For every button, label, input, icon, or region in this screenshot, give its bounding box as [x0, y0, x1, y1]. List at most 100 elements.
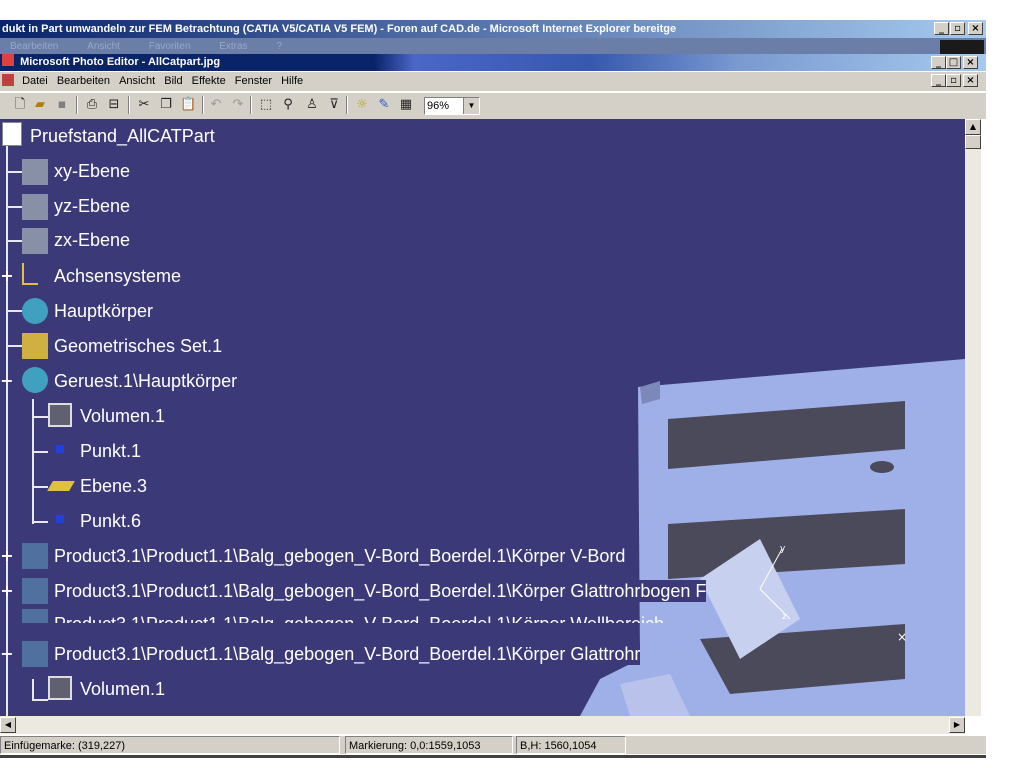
scroll-thumb[interactable] — [965, 135, 981, 149]
tree-item-geometrisches-set[interactable]: Geometrisches Set.1 — [54, 335, 222, 357]
part-document-icon — [2, 122, 22, 146]
toolbar-separator — [250, 96, 252, 114]
image-canvas[interactable]: y z × Pruefstand_AllCATPart xy-Ebene yz-… — [0, 119, 965, 716]
tree-branch — [32, 451, 48, 453]
menu-bearbeiten[interactable]: Bearbeiten — [57, 72, 116, 90]
toolbar-separator — [128, 96, 130, 114]
chevron-down-icon[interactable]: ▼ — [463, 98, 479, 114]
tree-item-yz-ebene[interactable]: yz-Ebene — [54, 195, 130, 217]
tree-item-product-glattrohr[interactable]: Product3.1\Product1.1\Balg_gebogen_V-Bor… — [54, 643, 641, 665]
tree-branch — [6, 240, 22, 242]
menu-hilfe[interactable]: Hilfe — [281, 72, 309, 90]
ie-maximize-button[interactable]: ▫ — [950, 22, 965, 35]
doc-close-button[interactable]: × — [963, 74, 978, 87]
tree-item-xy-ebene[interactable]: xy-Ebene — [54, 160, 130, 182]
status-selection: Markierung: 0,0:1559,1053 — [345, 736, 513, 754]
open-icon[interactable]: ▰ — [32, 97, 48, 113]
tree-item-geruest[interactable]: Geruest.1\Hauptkörper — [54, 370, 237, 392]
pe-close-button[interactable]: × — [963, 56, 978, 69]
menu-effekte[interactable]: Effekte — [192, 72, 232, 90]
scroll-right-button[interactable]: ▶ — [949, 717, 965, 733]
ie-menu-item[interactable]: ? — [256, 38, 288, 54]
menu-ansicht[interactable]: Ansicht — [119, 72, 161, 90]
expand-icon[interactable]: + — [0, 268, 14, 284]
tree-item-volumen[interactable]: Volumen.1 — [80, 405, 165, 427]
tree-item-punkt-1[interactable]: Punkt.1 — [80, 440, 141, 462]
tree-item-zx-ebene[interactable]: zx-Ebene — [54, 229, 130, 251]
axis-system-icon — [22, 263, 38, 285]
ie-menu-item[interactable]: Extras — [199, 38, 253, 54]
undo-icon[interactable]: ↶ — [208, 97, 224, 113]
tree-branch — [32, 486, 48, 488]
doc-icon — [2, 74, 14, 86]
scroll-up-button[interactable]: ▲ — [965, 119, 981, 135]
tree-item-product-wellbereich[interactable]: Product3.1\Product1.1\Balg_gebogen_V-Bor… — [54, 613, 664, 623]
ie-minimize-button[interactable]: _ — [934, 22, 949, 35]
svg-text:×: × — [897, 630, 907, 644]
scroll-left-button[interactable]: ◀ — [0, 717, 16, 733]
menu-fenster[interactable]: Fenster — [235, 72, 278, 90]
volume-icon — [48, 403, 72, 427]
collapse-icon[interactable]: − — [0, 646, 14, 662]
cut-icon[interactable]: ✂ — [136, 97, 152, 113]
tree-item-ebene-3[interactable]: Ebene.3 — [80, 475, 147, 497]
tree-branch — [32, 416, 48, 418]
tree-branch — [6, 171, 22, 173]
tree-branch — [32, 699, 48, 701]
status-insert-mark: Einfügemarke: (319,227) — [0, 736, 340, 754]
ie-menu-item[interactable]: Bearbeiten — [0, 38, 64, 54]
stamp-icon[interactable]: ♙ — [304, 97, 320, 113]
plane-icon — [22, 159, 48, 185]
collapse-icon[interactable]: − — [0, 373, 14, 389]
ie-menu-item[interactable]: Ansicht — [67, 38, 126, 54]
new-icon[interactable]: 🗋 — [12, 97, 28, 113]
copy-icon[interactable]: ❐ — [158, 97, 174, 113]
status-insert-mark-text: Einfügemarke: (319,227) — [4, 740, 126, 752]
status-selection-text: Markierung: 0,0:1559,1053 — [349, 740, 481, 752]
tree-branch — [6, 310, 22, 312]
status-size: B,H: 1560,1054 — [516, 736, 626, 754]
zoom-icon[interactable]: ⚲ — [280, 97, 296, 113]
point-icon — [56, 515, 64, 523]
doc-restore-button[interactable]: ▫ — [946, 74, 961, 87]
menu-datei[interactable]: Datei — [22, 72, 54, 90]
scan-icon[interactable]: ⊟ — [106, 97, 122, 113]
svg-text:y: y — [780, 544, 786, 554]
tree-item-product-v-bord[interactable]: Product3.1\Product1.1\Balg_gebogen_V-Bor… — [54, 545, 626, 567]
properties-icon[interactable]: ▦ — [398, 97, 414, 113]
horizontal-scrollbar[interactable] — [0, 716, 965, 734]
toolbar-separator — [76, 96, 78, 114]
tree-item-volumen-2[interactable]: Volumen.1 — [80, 678, 165, 700]
toolbar-separator — [202, 96, 204, 114]
paste-icon[interactable]: 📋 — [180, 97, 196, 113]
toolbar-separator — [346, 96, 348, 114]
photo-editor-app-icon — [2, 54, 14, 66]
ie-menu-item[interactable]: Favoriten — [129, 38, 197, 54]
filter-icon[interactable]: ⊽ — [326, 97, 342, 113]
save-icon[interactable]: ▪ — [54, 97, 70, 113]
ie-close-button[interactable]: × — [968, 22, 983, 35]
pe-maximize-button[interactable]: □ — [946, 56, 961, 69]
tree-item-hauptkoerper[interactable]: Hauptkörper — [54, 300, 153, 322]
select-icon[interactable]: ⬚ — [258, 97, 274, 113]
vertical-scrollbar[interactable] — [965, 119, 981, 716]
zoom-select[interactable]: 96% ▼ — [424, 97, 480, 115]
print-icon[interactable]: ⎙ — [84, 97, 100, 113]
doc-minimize-button[interactable]: _ — [931, 74, 946, 87]
ie-menu-bar: Bearbeiten Ansicht Favoriten Extras ? — [0, 38, 986, 54]
expand-icon[interactable]: + — [0, 548, 14, 564]
pen-icon[interactable]: ✎ — [376, 97, 392, 113]
tree-root-label[interactable]: Pruefstand_AllCATPart — [30, 125, 215, 147]
tree-item-achsensysteme[interactable]: Achsensysteme — [54, 265, 181, 287]
menu-bild[interactable]: Bild — [164, 72, 188, 90]
tree-item-product-glattrohrbogen[interactable]: Product3.1\Product1.1\Balg_gebogen_V-Bor… — [54, 580, 707, 602]
tree-item-punkt-6[interactable]: Punkt.6 — [80, 510, 141, 532]
pe-minimize-button[interactable]: _ — [931, 56, 946, 69]
redo-icon[interactable]: ↷ — [230, 97, 246, 113]
expand-icon[interactable]: + — [0, 583, 14, 599]
brightness-icon[interactable]: ☼ — [354, 97, 370, 113]
tree-line — [32, 679, 34, 701]
ie-title-bar: dukt in Part umwandeln zur FEM Betrachtu… — [0, 20, 986, 38]
svg-text:z: z — [782, 612, 787, 622]
plane-icon — [22, 228, 48, 254]
